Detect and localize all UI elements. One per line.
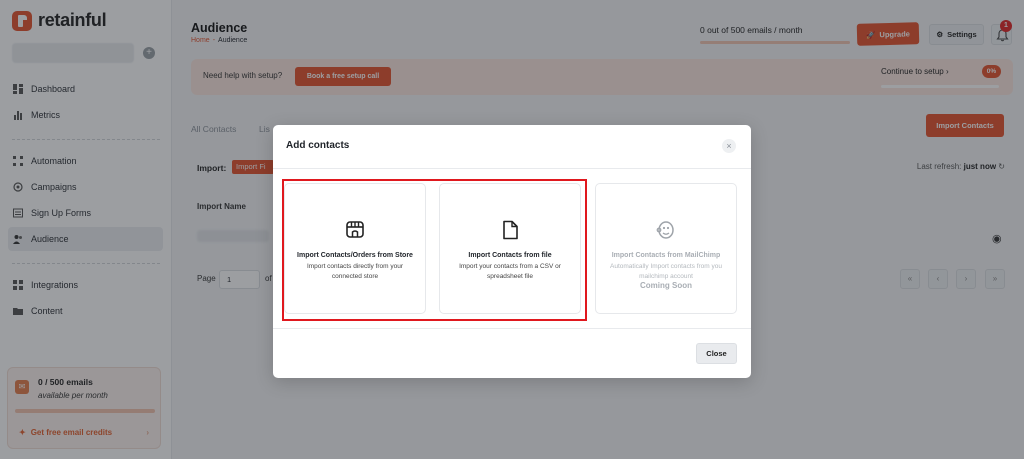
modal-divider: [273, 328, 751, 329]
selection-highlight: [282, 179, 587, 321]
card-description: Automatically Import contacts from you m…: [610, 263, 722, 280]
coming-soon-label: Coming Soon: [640, 281, 692, 290]
close-icon[interactable]: ×: [722, 139, 736, 153]
modal-title: Add contacts: [286, 140, 350, 151]
modal-divider: [273, 168, 751, 169]
card-title: Import Contacts from MailChimp: [611, 252, 721, 259]
import-from-mailchimp-card: Import Contacts from MailChimp Automatic…: [595, 183, 737, 314]
mailchimp-icon: [596, 219, 736, 241]
close-button[interactable]: Close: [696, 343, 737, 364]
